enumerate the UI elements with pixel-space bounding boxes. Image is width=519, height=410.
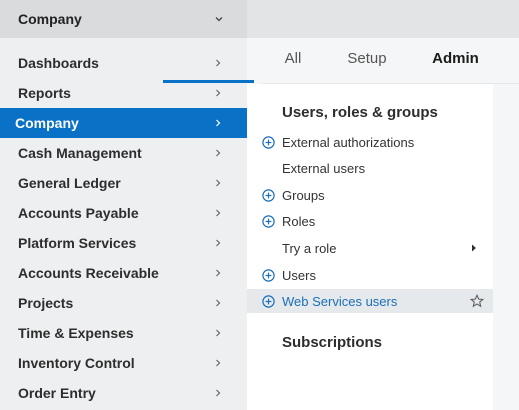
- sidebar-item-time-expenses[interactable]: Time & Expenses: [0, 318, 247, 348]
- sidebar-item-company[interactable]: Company: [0, 108, 247, 138]
- sidebar-item-projects[interactable]: Projects: [0, 288, 247, 318]
- chevron-right-icon: [216, 89, 221, 97]
- sidebar-item-label: Dashboards: [18, 55, 99, 71]
- sidebar: Dashboards Reports Company Cash Manageme…: [0, 38, 247, 410]
- sidebar-item-label: Accounts Receivable: [18, 265, 159, 281]
- menu-item-label: Web Services users: [282, 293, 398, 309]
- plus-circle-icon[interactable]: [262, 136, 275, 149]
- tab-setup[interactable]: Setup: [335, 50, 399, 84]
- menu-item-users[interactable]: Users: [247, 263, 493, 287]
- chevron-right-icon: [216, 269, 221, 277]
- menu-item-web-services-users[interactable]: Web Services users: [247, 289, 493, 313]
- sidebar-item-label: Order Entry: [18, 385, 96, 401]
- sidebar-item-label: General Ledger: [18, 175, 121, 191]
- tab-bar: All Setup Admin: [247, 38, 519, 84]
- menu-item-label: Groups: [282, 187, 325, 203]
- section-title-subscriptions: Subscriptions: [282, 334, 383, 351]
- chevron-right-icon: [216, 59, 221, 67]
- menu-item-external-authorizations[interactable]: External authorizations: [247, 130, 493, 154]
- chevron-right-icon: [216, 389, 221, 397]
- menu-item-label: Users: [282, 267, 316, 283]
- chevron-right-icon: [216, 239, 221, 247]
- sidebar-item-label: Reports: [18, 85, 71, 101]
- star-icon[interactable]: [470, 294, 484, 308]
- module-selector[interactable]: Company: [0, 0, 247, 38]
- plus-circle-icon[interactable]: [262, 295, 275, 308]
- sidebar-item-general-ledger[interactable]: General Ledger: [0, 168, 247, 198]
- menu-item-try-a-role[interactable]: Try a role: [247, 236, 493, 260]
- plus-circle-icon[interactable]: [262, 215, 275, 228]
- menu-item-roles[interactable]: Roles: [247, 209, 493, 233]
- chevron-right-icon: [216, 149, 221, 157]
- chevron-right-icon: [216, 329, 221, 337]
- tab-admin[interactable]: Admin: [410, 50, 501, 84]
- top-bar: Company: [0, 0, 519, 38]
- sidebar-item-accounts-receivable[interactable]: Accounts Receivable: [0, 258, 247, 288]
- chevron-right-icon: [216, 299, 221, 307]
- chevron-right-icon: [216, 119, 221, 127]
- sidebar-item-label: Projects: [18, 295, 74, 311]
- module-selector-label: Company: [18, 11, 82, 27]
- menu-item-label: External users: [282, 160, 366, 176]
- sidebar-item-label: Accounts Payable: [18, 205, 139, 221]
- sidebar-item-platform-services[interactable]: Platform Services: [0, 228, 247, 258]
- menu-item-label: External authorizations: [282, 134, 415, 150]
- sidebar-item-label: Time & Expenses: [18, 325, 134, 341]
- menu-item-label: Try a role: [282, 240, 337, 256]
- sidebar-item-label: Inventory Control: [18, 355, 135, 371]
- sidebar-item-label: Company: [15, 115, 79, 131]
- sidebar-item-inventory-control[interactable]: Inventory Control: [0, 348, 247, 378]
- plus-circle-icon[interactable]: [262, 189, 275, 202]
- sidebar-item-cash-management[interactable]: Cash Management: [0, 138, 247, 168]
- menu-item-label: Roles: [282, 213, 316, 229]
- chevron-right-icon: [216, 179, 221, 187]
- admin-menu-panel: Users, roles & groups External authoriza…: [247, 84, 493, 410]
- menu-item-external-users[interactable]: External users: [247, 156, 493, 180]
- plus-circle-icon[interactable]: [262, 269, 275, 282]
- caret-right-icon: [472, 244, 476, 252]
- chevron-right-icon: [216, 359, 221, 367]
- sidebar-item-label: Platform Services: [18, 235, 137, 251]
- chevron-down-icon: [215, 17, 223, 22]
- active-tab-indicator: [163, 80, 254, 83]
- sidebar-item-label: Cash Management: [18, 145, 142, 161]
- tab-all[interactable]: All: [269, 50, 317, 84]
- section-title-users-roles-groups: Users, roles & groups: [282, 104, 438, 121]
- sidebar-item-dashboards[interactable]: Dashboards: [0, 48, 247, 78]
- menu-item-groups[interactable]: Groups: [247, 183, 493, 207]
- sidebar-item-accounts-payable[interactable]: Accounts Payable: [0, 198, 247, 228]
- chevron-right-icon: [216, 209, 221, 217]
- sidebar-item-order-entry[interactable]: Order Entry: [0, 378, 247, 408]
